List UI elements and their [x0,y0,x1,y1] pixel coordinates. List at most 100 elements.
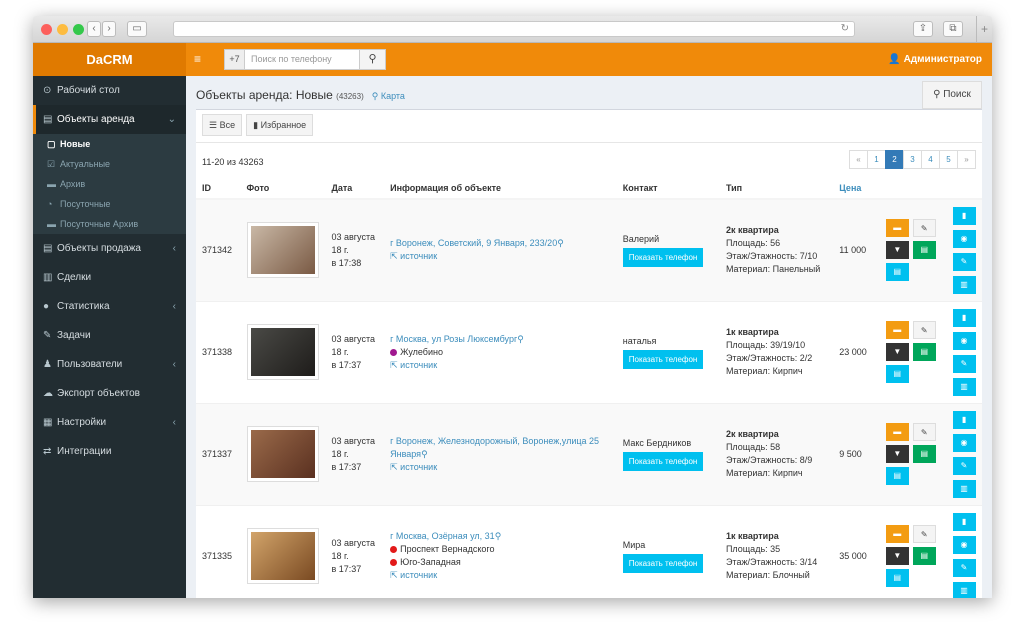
paperclip-icon[interactable]: ✎ [912,525,936,544]
show-phone-button[interactable]: Показать телефон [622,452,704,471]
keyboard-icon[interactable]: ▤ [885,263,909,282]
sidebar-item-settings[interactable]: ▦ Настройки ‹ [33,408,186,437]
page-link[interactable]: 4 [921,150,940,169]
search-icon[interactable]: ⚲ [360,49,386,70]
photo-image [250,328,315,376]
sidebar-item-label: Объекты аренда [57,114,135,125]
sidebar-item-users[interactable]: ♟ Пользователи ‹ [33,350,186,379]
eye-icon[interactable]: ◉ [952,229,976,248]
archive-icon[interactable]: ▬ [885,321,909,339]
share-icon[interactable]: ⇪ [913,21,933,37]
show-phone-button[interactable]: Показать телефон [622,248,704,268]
search-button[interactable]: ⚲ Поиск [922,81,982,109]
source-link[interactable]: ⇱ источник [390,569,611,582]
trash-icon[interactable]: ▥ [952,275,976,294]
map-link[interactable]: ⚲ Карта [372,91,405,101]
submenu-item-actual[interactable]: ☑ Актуальные [33,154,186,174]
pencil-icon[interactable]: ✎ [952,456,976,475]
object-photo[interactable] [246,528,319,585]
keyboard-icon[interactable]: ▤ [912,241,936,260]
object-photo[interactable] [246,426,319,482]
eye-icon[interactable]: ◉ [952,535,976,554]
sidebar-item-rent-objects[interactable]: ▤ Объекты аренда ⌄ [33,105,186,134]
phone-search-input[interactable]: Поиск по телефону [245,49,360,70]
archive-icon[interactable]: ▬ [885,219,909,238]
submenu-item-new[interactable]: ▢ Новые [33,134,186,154]
thumbs-down-icon[interactable]: ▼ [885,547,909,566]
trash-icon[interactable]: ▥ [952,479,976,498]
keyboard-icon[interactable]: ▤ [885,467,909,485]
address-link[interactable]: г Воронеж, Железнодорожный, Воронеж,улиц… [390,435,611,461]
page-link[interactable]: « [849,150,868,169]
object-photo[interactable] [246,222,319,279]
archive-icon[interactable]: ▬ [885,423,909,441]
sidebar-item-tasks[interactable]: ✎ Задачи [33,321,186,350]
contact-cell: Макс Бердников Показать телефон [616,402,720,505]
page-link[interactable]: 5 [939,150,958,169]
sidebar-item-deals[interactable]: ▥ Сделки [33,263,186,292]
submenu-label: Посуточные Архив [60,219,139,229]
thumbs-down-icon[interactable]: ▼ [885,343,909,361]
bookmark-icon[interactable]: ▮ [952,308,976,327]
bookmark-icon[interactable]: ▮ [952,410,976,429]
new-tab-icon[interactable]: + [976,16,992,43]
all-button[interactable]: ☰ Все [202,114,243,136]
thumbs-down-icon[interactable]: ▼ [885,445,909,463]
bookmark-icon[interactable]: ▮ [952,512,976,531]
submenu-item-daily-archive[interactable]: ▬ Посуточные Архив [33,214,186,234]
object-photo[interactable] [246,324,319,380]
show-phone-button[interactable]: Показать телефон [622,350,704,369]
pencil-icon[interactable]: ✎ [952,354,976,373]
keyboard-icon[interactable]: ▤ [912,343,936,361]
user-menu[interactable]: 👤 Администратор [888,43,982,76]
address-link[interactable]: г Воронеж, Советский, 9 Января, 233/20⚲ [390,237,611,250]
close-window-icon[interactable] [41,24,52,35]
sidebar-item-statistics[interactable]: ● Статистика ‹ [33,292,186,321]
sidebar-item-sale-objects[interactable]: ▤ Объекты продажа ‹ [33,234,186,263]
keyboard-icon[interactable]: ▤ [912,547,936,566]
paperclip-icon[interactable]: ✎ [912,321,936,339]
eye-icon[interactable]: ◉ [952,433,976,452]
address-bar[interactable]: ↻ [173,21,855,37]
menu-toggle-icon[interactable]: ≡ [194,43,201,76]
source-link[interactable]: ⇱ источник [390,461,611,474]
submenu-item-daily[interactable]: ◔ Посуточные [33,194,186,214]
forward-icon[interactable]: › [102,21,116,37]
favorites-button[interactable]: ▮ Избранное [246,114,314,136]
sidebar-item-integrations[interactable]: ⇄ Интеграции [33,437,186,466]
maximize-window-icon[interactable] [73,24,84,35]
sidebar-toggle-icon[interactable]: ▭ [127,21,147,37]
page-link[interactable]: » [957,150,976,169]
source-link[interactable]: ⇱ источник [390,359,611,372]
keyboard-icon[interactable]: ▤ [885,365,909,383]
column-header[interactable]: Цена [833,177,880,200]
trash-icon[interactable]: ▥ [952,377,976,396]
page-link[interactable]: 1 [867,150,886,169]
pencil-icon[interactable]: ✎ [952,558,976,577]
archive-icon[interactable]: ▬ [885,525,909,544]
source-link[interactable]: ⇱ источник [390,250,611,263]
minimize-window-icon[interactable] [57,24,68,35]
keyboard-icon[interactable]: ▤ [885,569,909,588]
app-logo[interactable]: DaCRM [33,43,186,76]
keyboard-icon[interactable]: ▤ [912,445,936,463]
pencil-icon[interactable]: ✎ [952,252,976,271]
paperclip-icon[interactable]: ✎ [912,423,936,441]
thumbs-down-icon[interactable]: ▼ [885,241,909,260]
eye-icon[interactable]: ◉ [952,331,976,350]
page-link[interactable]: 2 [885,150,904,169]
sidebar-item-export[interactable]: ☁ Экспорт объектов [33,379,186,408]
page-link[interactable]: 3 [903,150,922,169]
trash-icon[interactable]: ▥ [952,581,976,598]
address-link[interactable]: г Москва, Озёрная ул, 31⚲ [390,530,611,543]
sidebar-item-dashboard[interactable]: ⊙ Рабочий стол [33,76,186,105]
bookmark-icon[interactable]: ▮ [952,206,976,225]
back-icon[interactable]: ‹ [87,21,101,37]
external-link-icon: ⇱ [390,251,401,262]
show-phone-button[interactable]: Показать телефон [622,554,704,574]
paperclip-icon[interactable]: ✎ [912,219,936,238]
address-link[interactable]: г Москва, ул Розы Люксембург⚲ [390,333,611,346]
submenu-item-archive[interactable]: ▬ Архив [33,174,186,194]
reload-icon[interactable]: ↻ [841,23,849,34]
tabs-icon[interactable]: ⧉ [943,21,963,37]
